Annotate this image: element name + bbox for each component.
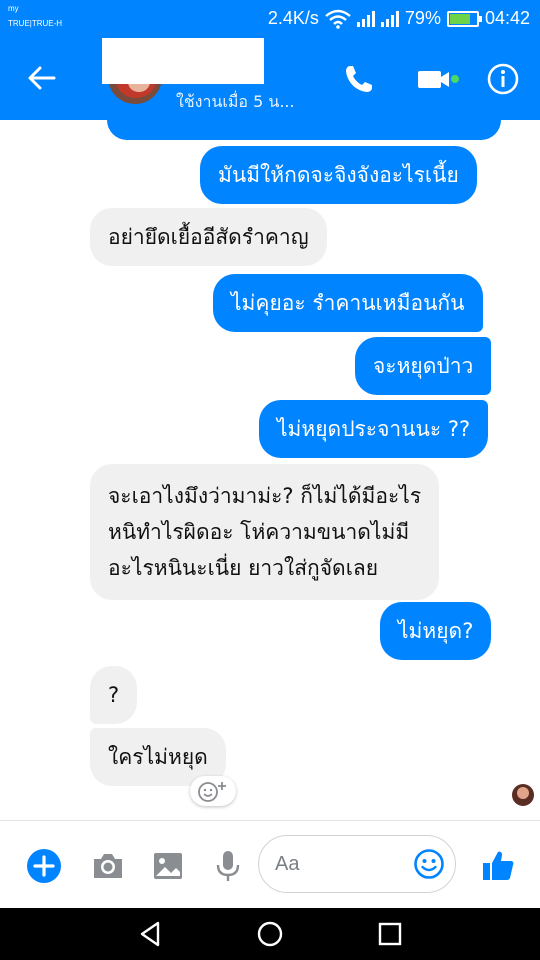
message-bubble[interactable]: ไม่หยุดประจานนะ ??	[259, 400, 489, 458]
camera-icon[interactable]	[90, 848, 126, 884]
video-camera-icon[interactable]	[416, 62, 460, 96]
battery-icon	[446, 10, 482, 27]
message-list[interactable]: มันมีให้กดจะจิงจังอะไรเนี้ย อย่ายึดเยื้อ…	[0, 120, 540, 820]
message-bubble[interactable]: มันมีให้กดจะจิงจังอะไรเนี้ย	[200, 146, 477, 204]
redacted-contact-name	[102, 38, 264, 84]
status-indicators: 2.4K/s 79% 04:42	[268, 8, 530, 29]
signal-icon	[356, 10, 375, 27]
message-bubble[interactable]: ?	[90, 666, 138, 724]
system-navigation-bar	[0, 908, 540, 960]
carrier-top: my	[8, 4, 19, 13]
message-input[interactable]	[275, 848, 415, 880]
message-line: อะไรหนินะเนี่ย ยาวใส่กูจัดเลย	[108, 556, 379, 580]
nav-back-icon[interactable]	[136, 920, 164, 948]
back-arrow-icon[interactable]	[26, 62, 58, 94]
carrier-label: my TRUE|TRUE-H	[8, 4, 62, 29]
info-icon[interactable]	[486, 62, 520, 96]
status-bar: my TRUE|TRUE-H 2.4K/s 79% 04:42	[0, 0, 540, 38]
message-bubble[interactable]: ไม่คุยอะ รำคานเหมือนกัน	[213, 274, 483, 332]
redacted-sender-photo	[17, 178, 80, 792]
conversation-header: ใช้งานเมื่อ 5 น...	[0, 38, 540, 120]
message-input-container[interactable]	[258, 835, 456, 893]
emoji-icon[interactable]	[413, 848, 445, 880]
nav-recents-icon[interactable]	[376, 920, 404, 948]
add-reaction-button[interactable]	[190, 776, 236, 806]
message-bubble-partial[interactable]	[107, 120, 501, 140]
phone-icon[interactable]	[342, 62, 376, 96]
last-active-status: ใช้งานเมื่อ 5 น...	[176, 92, 295, 111]
clock: 04:42	[484, 8, 530, 28]
wifi-icon	[325, 9, 351, 29]
battery-fill	[449, 13, 471, 24]
message-composer	[0, 820, 540, 908]
message-bubble[interactable]: จะหยุดป่าว	[355, 337, 492, 395]
image-icon[interactable]	[150, 848, 186, 884]
network-speed: 2.4K/s	[267, 8, 319, 28]
thumbs-up-icon[interactable]	[480, 848, 516, 884]
nav-home-icon[interactable]	[256, 920, 284, 948]
message-bubble[interactable]: อย่ายึดเยื้ออีสัดรำคาญ	[90, 208, 327, 266]
signal-icon-2	[380, 10, 399, 27]
read-receipt-avatar	[512, 784, 534, 806]
message-line: จะเอาไงมึงว่ามาม่ะ? ก็ไม่ได้มีอะไร	[108, 484, 422, 508]
message-bubble-multiline[interactable]: จะเอาไงมึงว่ามาม่ะ? ก็ไม่ได้มีอะไร หนิทำ…	[90, 464, 440, 600]
battery-percent: 79%	[404, 8, 441, 28]
microphone-icon[interactable]	[210, 848, 246, 884]
add-reaction-icon	[198, 782, 226, 802]
carrier-name: TRUE|TRUE-H	[8, 19, 63, 28]
message-bubble[interactable]: ไม่หยุด?	[380, 602, 492, 660]
add-icon[interactable]	[26, 848, 62, 884]
message-line: หนิทำไรผิดอะ โห่ความขนาดไม่มี	[108, 520, 410, 544]
